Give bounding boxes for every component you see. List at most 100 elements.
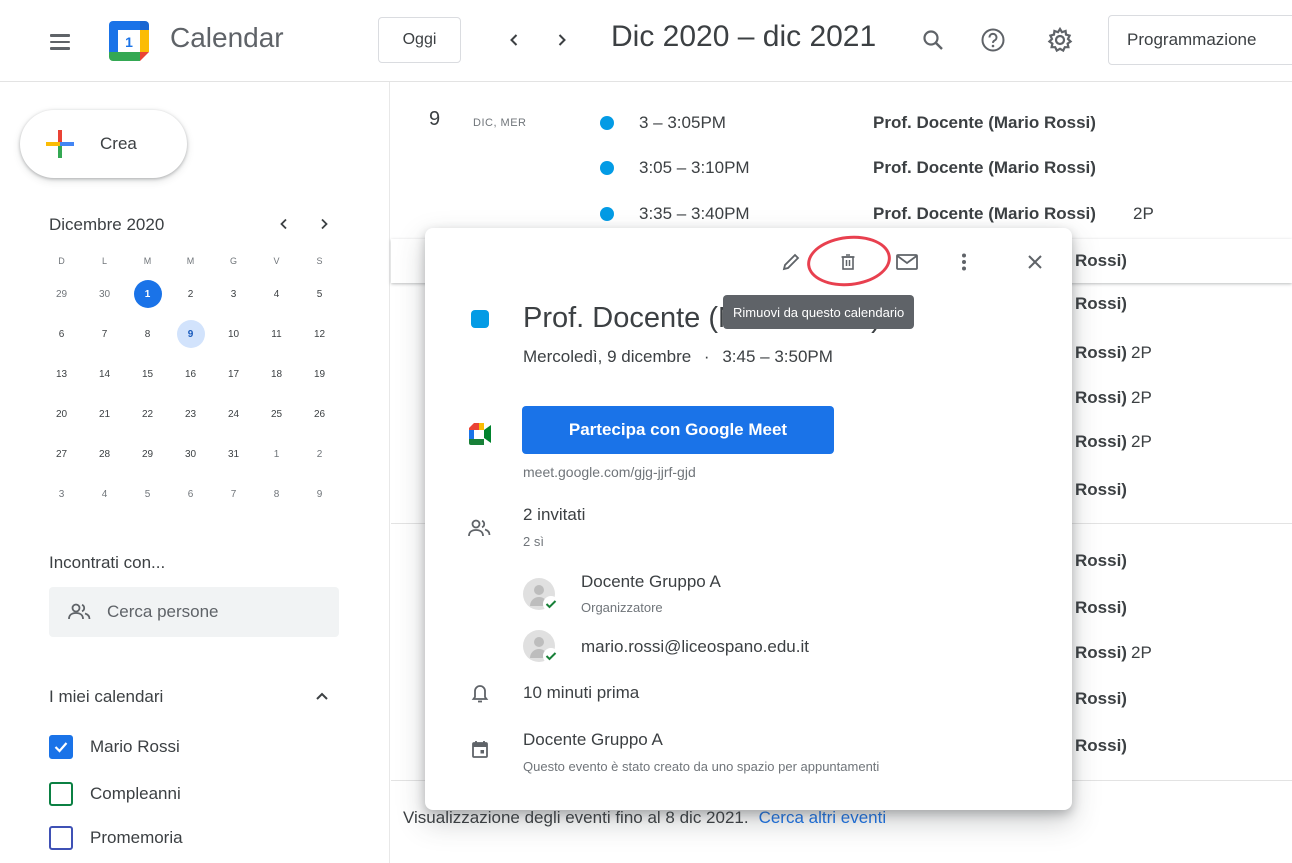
- day-number[interactable]: 19: [306, 360, 334, 388]
- day-number[interactable]: 23: [177, 400, 205, 428]
- day-number[interactable]: 3: [48, 480, 76, 508]
- help-icon[interactable]: [976, 23, 1010, 57]
- day-number[interactable]: 17: [220, 360, 248, 388]
- mini-calendar-day[interactable]: 27: [40, 440, 83, 468]
- day-number[interactable]: 25: [263, 400, 291, 428]
- day-number[interactable]: 27: [48, 440, 76, 468]
- settings-gear-icon[interactable]: [1043, 23, 1077, 57]
- next-period-icon[interactable]: [548, 26, 576, 54]
- day-number[interactable]: 9: [306, 480, 334, 508]
- mini-calendar-day[interactable]: 5: [298, 280, 341, 308]
- mini-calendar-day[interactable]: 6: [40, 320, 83, 348]
- day-number[interactable]: 26: [306, 400, 334, 428]
- day-number[interactable]: 30: [91, 280, 119, 308]
- day-number[interactable]: 29: [134, 440, 162, 468]
- main-menu-icon[interactable]: [42, 24, 78, 60]
- mini-calendar-day[interactable]: 20: [40, 400, 83, 428]
- mini-calendar-day[interactable]: 3: [212, 280, 255, 308]
- mini-calendar-day[interactable]: 25: [255, 400, 298, 428]
- create-button[interactable]: Crea: [20, 110, 187, 178]
- day-number[interactable]: 8: [134, 320, 162, 348]
- mini-calendar-day[interactable]: 7: [83, 320, 126, 348]
- mini-calendar-day[interactable]: 9: [298, 480, 341, 508]
- event-row[interactable]: 3 – 3:05PM Prof. Docente (Mario Rossi): [391, 101, 1292, 145]
- checkbox-unchecked-icon[interactable]: [49, 826, 73, 850]
- day-number[interactable]: 1: [263, 440, 291, 468]
- day-number[interactable]: 29: [48, 280, 76, 308]
- search-more-events-link[interactable]: Cerca altri eventi: [759, 808, 887, 827]
- mini-calendar-day[interactable]: 30: [83, 280, 126, 308]
- mini-calendar-day[interactable]: 24: [212, 400, 255, 428]
- day-number[interactable]: 31: [220, 440, 248, 468]
- mini-calendar-day[interactable]: 5: [126, 480, 169, 508]
- checkbox-checked-icon[interactable]: [49, 735, 73, 759]
- mini-calendar-day[interactable]: 16: [169, 360, 212, 388]
- mini-calendar-day[interactable]: 1: [126, 280, 169, 308]
- day-number[interactable]: 15: [134, 360, 162, 388]
- mini-calendar-day[interactable]: 21: [83, 400, 126, 428]
- mini-calendar-day[interactable]: 8: [255, 480, 298, 508]
- calendar-item-mario-rossi[interactable]: Mario Rossi: [49, 735, 180, 759]
- day-number[interactable]: 24: [220, 400, 248, 428]
- day-number[interactable]: 30: [177, 440, 205, 468]
- mini-calendar-day[interactable]: 26: [298, 400, 341, 428]
- day-number[interactable]: 6: [48, 320, 76, 348]
- day-number[interactable]: 1: [133, 280, 162, 308]
- day-number[interactable]: 21: [91, 400, 119, 428]
- day-number[interactable]: 7: [220, 480, 248, 508]
- mini-calendar-day[interactable]: 31: [212, 440, 255, 468]
- day-number[interactable]: 14: [91, 360, 119, 388]
- day-number[interactable]: 13: [48, 360, 76, 388]
- mini-calendar-day[interactable]: 10: [212, 320, 255, 348]
- mini-calendar-day[interactable]: 30: [169, 440, 212, 468]
- mini-calendar-day[interactable]: 3: [40, 480, 83, 508]
- day-number[interactable]: 9: [176, 320, 205, 348]
- day-number[interactable]: 12: [306, 320, 334, 348]
- delete-trash-icon[interactable]: [830, 244, 866, 280]
- mini-calendar-day[interactable]: 19: [298, 360, 341, 388]
- join-google-meet-button[interactable]: Partecipa con Google Meet: [522, 406, 834, 454]
- calendar-item-compleanni[interactable]: Compleanni: [49, 782, 181, 806]
- mini-calendar-day[interactable]: 28: [83, 440, 126, 468]
- chevron-up-icon[interactable]: [310, 684, 334, 708]
- mini-calendar-day[interactable]: 29: [126, 440, 169, 468]
- mini-calendar-day[interactable]: 4: [255, 280, 298, 308]
- day-number[interactable]: 5: [134, 480, 162, 508]
- mini-calendar-day[interactable]: 22: [126, 400, 169, 428]
- day-number[interactable]: 2: [306, 440, 334, 468]
- mini-calendar-day[interactable]: 13: [40, 360, 83, 388]
- calendar-item-promemoria[interactable]: Promemoria: [49, 826, 183, 850]
- meet-link[interactable]: meet.google.com/gjg-jjrf-gjd: [523, 464, 696, 480]
- day-number[interactable]: 5: [306, 280, 334, 308]
- mini-calendar-day[interactable]: 9: [169, 320, 212, 348]
- today-button[interactable]: Oggi: [378, 17, 461, 63]
- day-number[interactable]: 3: [220, 280, 248, 308]
- day-number[interactable]: 6: [177, 480, 205, 508]
- mini-calendar-day[interactable]: 18: [255, 360, 298, 388]
- mini-calendar-day[interactable]: 2: [169, 280, 212, 308]
- day-number[interactable]: 8: [263, 480, 291, 508]
- mini-calendar-day[interactable]: 7: [212, 480, 255, 508]
- day-number[interactable]: 10: [220, 320, 248, 348]
- search-icon[interactable]: [916, 23, 950, 57]
- mini-calendar-day[interactable]: 2: [298, 440, 341, 468]
- more-options-icon[interactable]: [946, 244, 982, 280]
- mini-calendar-day[interactable]: 23: [169, 400, 212, 428]
- day-number[interactable]: 4: [91, 480, 119, 508]
- previous-period-icon[interactable]: [500, 26, 528, 54]
- mini-calendar-day[interactable]: 11: [255, 320, 298, 348]
- mini-calendar-day[interactable]: 12: [298, 320, 341, 348]
- day-number[interactable]: 7: [91, 320, 119, 348]
- mini-calendar-day[interactable]: 15: [126, 360, 169, 388]
- checkbox-unchecked-icon[interactable]: [49, 782, 73, 806]
- view-selector-button[interactable]: Programmazione: [1108, 15, 1292, 65]
- mini-calendar-day[interactable]: 8: [126, 320, 169, 348]
- mini-calendar-day[interactable]: 6: [169, 480, 212, 508]
- close-icon[interactable]: [1017, 244, 1053, 280]
- edit-pencil-icon[interactable]: [773, 244, 809, 280]
- mini-calendar-day[interactable]: 29: [40, 280, 83, 308]
- mini-prev-month-icon[interactable]: [272, 212, 296, 236]
- search-people-input[interactable]: Cerca persone: [49, 587, 339, 637]
- mini-calendar-day[interactable]: 14: [83, 360, 126, 388]
- mini-calendar-day[interactable]: 1: [255, 440, 298, 468]
